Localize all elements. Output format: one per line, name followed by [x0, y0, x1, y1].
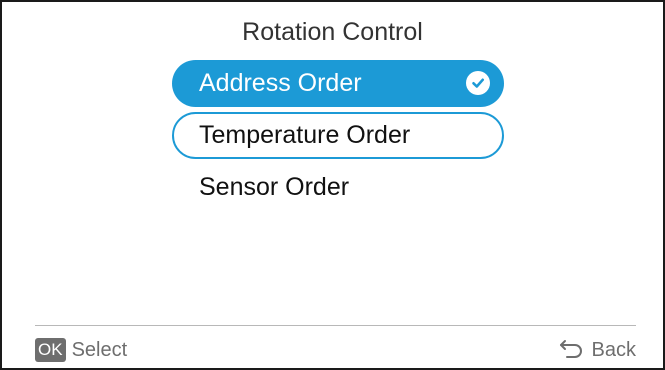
back-label: Back: [591, 339, 636, 361]
ok-key-badge: OK: [35, 338, 66, 362]
back-button[interactable]: Back: [558, 338, 636, 363]
menu-item-address-order[interactable]: Address Order: [172, 60, 504, 107]
select-label: Select: [71, 338, 128, 361]
menu-item-label: Temperature Order: [199, 121, 411, 149]
screen-frame: Rotation Control Address Order Temperatu…: [0, 0, 665, 370]
back-arrow-icon: [558, 338, 584, 363]
menu-item-temperature-order[interactable]: Temperature Order: [172, 112, 504, 159]
page-title: Rotation Control: [242, 18, 423, 46]
footer-divider: [35, 325, 636, 326]
rotation-menu: Address Order Temperature Order Sensor O…: [172, 60, 504, 216]
menu-item-label: Address Order: [199, 69, 362, 97]
checkmark-icon: [466, 71, 490, 95]
menu-item-label: Sensor Order: [199, 173, 350, 201]
select-hint[interactable]: OK Select: [35, 338, 127, 362]
menu-item-sensor-order[interactable]: Sensor Order: [172, 164, 504, 211]
